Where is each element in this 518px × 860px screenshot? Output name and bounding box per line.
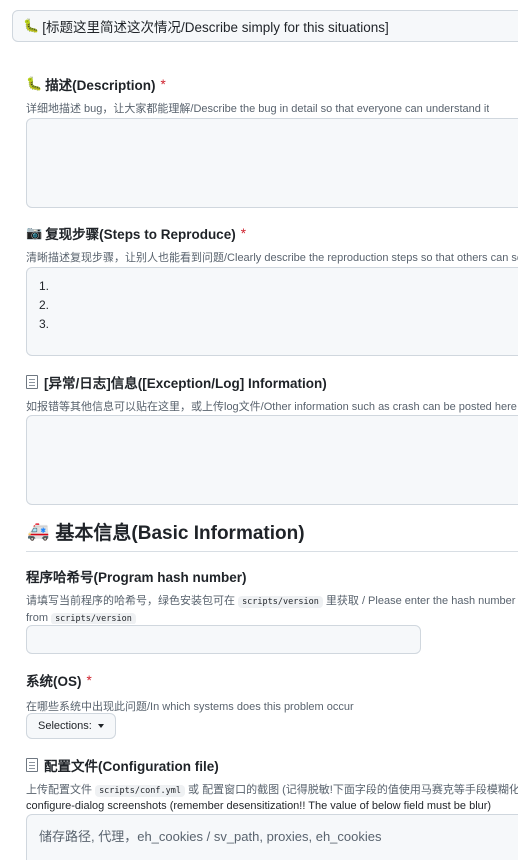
config-help-text: 或 配置窗口的截图 (记得脱敏!下面字段的值使用马赛克等手段模糊化) / (188, 784, 518, 796)
hash-field: 程序哈希号(Program hash number) 请填写当前程序的哈希号，绿… (26, 566, 518, 624)
document-icon (26, 375, 38, 389)
config-help-text: 上传配置文件 (26, 784, 92, 796)
description-value (27, 119, 518, 137)
os-label-text: 系统(OS) (26, 674, 82, 689)
log-field: [异常/日志]信息([Exception/Log] Information) 如… (26, 372, 517, 414)
hash-help: 请填写当前程序的哈希号，绿色安装包可在 scripts/version 里获取 … (26, 592, 518, 608)
steps-line: 1. (39, 279, 50, 293)
issue-form: 🐛 [标题这里简述这次情况/Describe simply for this s… (0, 0, 518, 860)
hash-help-code: scripts/version (51, 613, 136, 624)
steps-textarea[interactable]: 1. 2. 3. (26, 267, 518, 356)
hash-input[interactable] (26, 625, 421, 654)
hash-help-text: 里获取 / Please enter the hash number o (325, 595, 518, 607)
hash-help-code: scripts/version (238, 596, 323, 608)
config-field: 配置文件(Configuration file) 上传配置文件 scripts/… (26, 755, 518, 812)
basic-info-heading: 🚑 基本信息(Basic Information) (27, 518, 305, 545)
config-label: 配置文件(Configuration file) (26, 755, 518, 775)
config-help: 上传配置文件 scripts/conf.yml 或 配置窗口的截图 (记得脱敏!… (26, 781, 518, 797)
description-label-text: 描述(Description) (45, 78, 156, 93)
issue-title-value: [标题这里简述这次情况/Describe simply for this sit… (42, 20, 389, 35)
steps-field: 📷 复现步骤(Steps to Reproduce) * 清晰描述复现步骤，让别… (26, 223, 518, 265)
hash-label: 程序哈希号(Program hash number) (26, 570, 247, 585)
steps-label-text: 复现步骤(Steps to Reproduce) (45, 227, 236, 242)
config-textarea[interactable]: 储存路径, 代理，eh_cookies / sv_path, proxies, … (26, 814, 518, 860)
description-label: 🐛 描述(Description) * (26, 74, 489, 94)
caret-down-icon (97, 724, 104, 728)
hash-help-text: 请填写当前程序的哈希号，绿色安装包可在 (26, 595, 235, 607)
bug-icon: 🐛 (26, 76, 43, 91)
config-help-code: scripts/conf.yml (95, 785, 185, 797)
config-placeholder: 储存路径, 代理，eh_cookies / sv_path, proxies, … (39, 829, 382, 844)
description-field: 🐛 描述(Description) * 详细地描述 bug，让大家都能理解/De… (26, 74, 489, 116)
basic-info-heading-text: 基本信息(Basic Information) (55, 523, 305, 544)
hash-help-text: from (26, 612, 48, 624)
config-help-line2: configure-dialog screenshots (remember d… (26, 800, 492, 812)
camera-icon: 📷 (26, 225, 43, 240)
heading-divider (26, 551, 518, 552)
config-label-text: 配置文件(Configuration file) (44, 759, 219, 774)
log-label-text: [异常/日志]信息([Exception/Log] Information) (44, 376, 327, 391)
os-label: 系统(OS) * (26, 670, 354, 690)
issue-title-input[interactable]: 🐛 [标题这里简述这次情况/Describe simply for this s… (12, 10, 518, 42)
required-mark: * (86, 672, 92, 688)
os-select-button[interactable]: Selections: (26, 713, 116, 739)
log-value (27, 416, 518, 434)
steps-line: 3. (39, 317, 50, 331)
log-label: [异常/日志]信息([Exception/Log] Information) (26, 372, 517, 392)
document-icon (26, 758, 38, 772)
log-help: 如报错等其他信息可以贴在这里，或上传log文件/Other informatio… (26, 401, 517, 413)
hash-help-line2: from scripts/version (26, 612, 518, 624)
os-select-label: Selections: (38, 720, 92, 732)
steps-line: 2. (39, 298, 50, 312)
ambulance-icon: 🚑 (27, 521, 50, 541)
steps-lines: 1. 2. 3. (27, 268, 518, 343)
os-help: 在哪些系统中出现此问题/In which systems does this p… (26, 701, 354, 713)
required-mark: * (160, 76, 166, 92)
description-help: 详细地描述 bug，让大家都能理解/Describe the bug in de… (26, 103, 490, 115)
required-mark: * (240, 225, 246, 241)
description-textarea[interactable] (26, 118, 518, 208)
log-textarea[interactable] (26, 415, 518, 505)
bug-icon: 🐛 (23, 18, 40, 33)
steps-label: 📷 复现步骤(Steps to Reproduce) * (26, 223, 518, 243)
os-field: 系统(OS) * 在哪些系统中出现此问题/In which systems do… (26, 670, 354, 714)
steps-help: 清晰描述复现步骤，让别人也能看到问题/Clearly describe the … (26, 252, 518, 264)
